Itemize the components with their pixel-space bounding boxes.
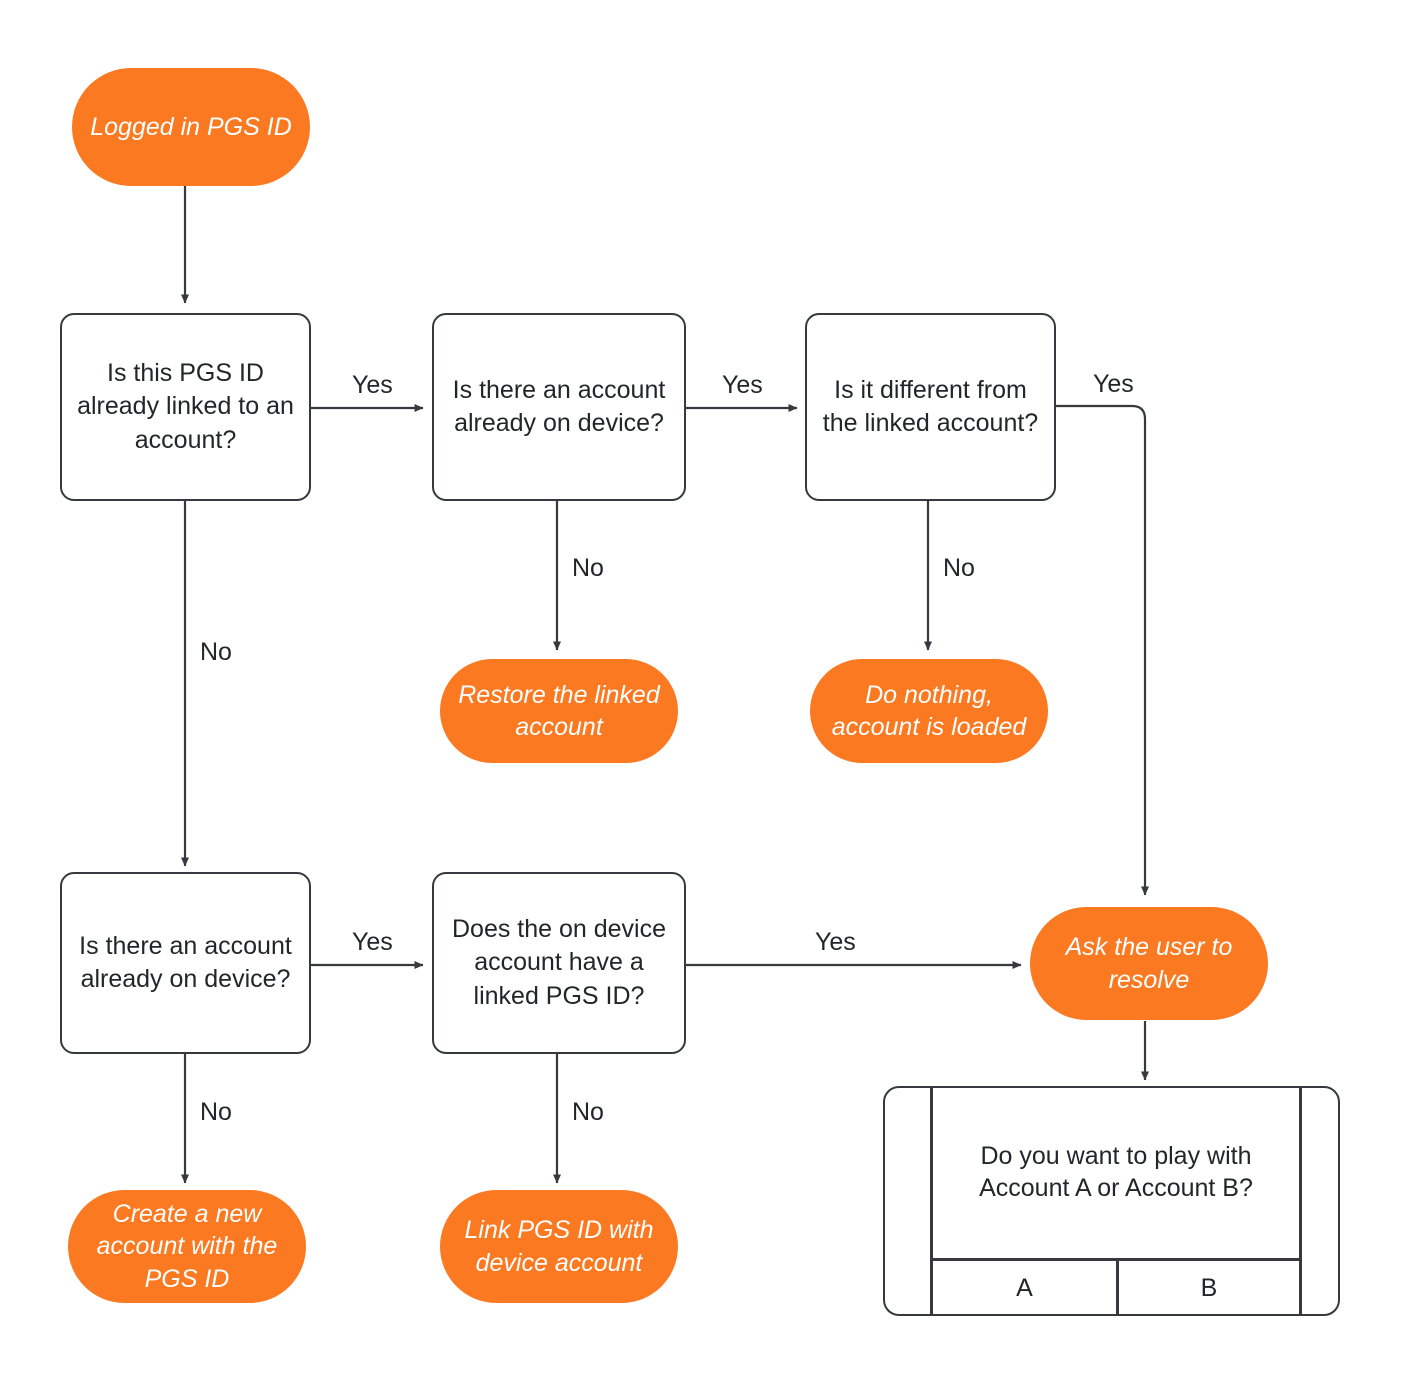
node-decision-account-on-device-bottom-label: Is there an account already on device?	[79, 931, 292, 993]
node-decision-different-from-linked[interactable]: Is it different from the linked account?	[805, 313, 1056, 501]
dialog-inner-panel: Do you want to play with Account A or Ac…	[930, 1086, 1302, 1316]
node-start-label: Logged in PGS ID	[90, 112, 292, 141]
edge-label-d3-yes: Yes	[1093, 370, 1134, 398]
edge-label-d2-no: No	[572, 554, 604, 582]
node-decision-device-account-has-pgs-id-label: Does the on device account have a linked…	[451, 915, 667, 1010]
node-decision-different-from-linked-label: Is it different from the linked account?	[822, 375, 1039, 437]
edge-label-d1-no: No	[200, 638, 232, 666]
node-terminal-restore-linked-account-label: Restore the linked account	[458, 680, 660, 742]
node-decision-account-on-device-top[interactable]: Is there an account already on device?	[432, 313, 686, 501]
node-terminal-link-pgs-id-device-account-label: Link PGS ID with device account	[464, 1216, 654, 1277]
node-terminal-do-nothing-account-loaded-label: Do nothing, account is loaded	[831, 680, 1027, 742]
flowchart-canvas: Logged in PGS ID Is this PGS ID already …	[0, 0, 1408, 1377]
node-terminal-create-new-account-label: Create a new account with the PGS ID	[96, 1199, 278, 1293]
node-terminal-restore-linked-account[interactable]: Restore the linked account	[440, 659, 678, 763]
node-decision-pgs-id-linked-label: Is this PGS ID already linked to an acco…	[77, 359, 294, 454]
node-terminal-create-new-account[interactable]: Create a new account with the PGS ID	[68, 1190, 306, 1303]
node-decision-pgs-id-linked[interactable]: Is this PGS ID already linked to an acco…	[60, 313, 311, 501]
dialog-mockup: Do you want to play with Account A or Ac…	[883, 1086, 1340, 1316]
dialog-button-b[interactable]: B	[1116, 1261, 1299, 1316]
node-decision-device-account-has-pgs-id[interactable]: Does the on device account have a linked…	[432, 872, 686, 1054]
edge-label-d5-no: No	[572, 1098, 604, 1126]
node-decision-account-on-device-top-label: Is there an account already on device?	[452, 375, 666, 437]
node-terminal-ask-user-to-resolve[interactable]: Ask the user to resolve	[1030, 907, 1268, 1020]
node-terminal-ask-user-to-resolve-label: Ask the user to resolve	[1065, 933, 1233, 994]
edge-label-d1-yes: Yes	[352, 371, 393, 399]
edge-label-d2-yes: Yes	[722, 371, 763, 399]
dialog-button-a[interactable]: A	[933, 1261, 1116, 1316]
node-decision-account-on-device-bottom[interactable]: Is there an account already on device?	[60, 872, 311, 1054]
node-terminal-link-pgs-id-device-account[interactable]: Link PGS ID with device account	[440, 1190, 678, 1303]
node-start-logged-in[interactable]: Logged in PGS ID	[72, 68, 310, 186]
node-terminal-do-nothing-account-loaded[interactable]: Do nothing, account is loaded	[810, 659, 1048, 763]
dialog-prompt: Do you want to play with Account A or Ac…	[979, 1141, 1253, 1203]
edge-label-d4-no: No	[200, 1098, 232, 1126]
dialog-button-row: A B	[933, 1258, 1299, 1316]
edge-label-d3-no: No	[943, 554, 975, 582]
edge-label-d5-yes: Yes	[815, 928, 856, 956]
edge-label-d4-yes: Yes	[352, 928, 393, 956]
